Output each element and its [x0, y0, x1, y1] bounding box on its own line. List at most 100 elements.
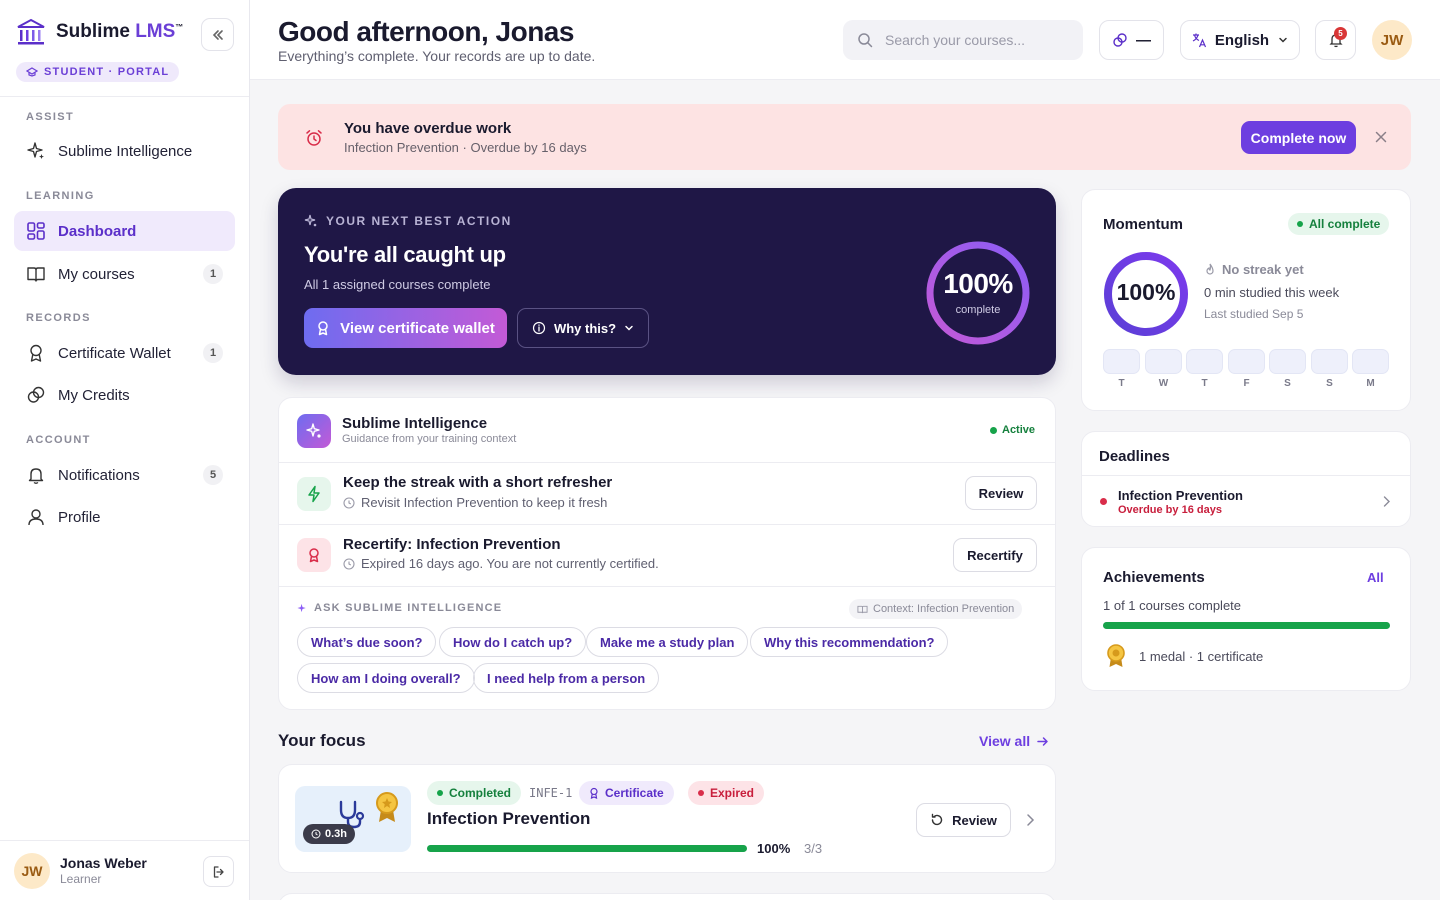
notifications-button[interactable]: 5	[1315, 20, 1356, 60]
suggestion-chip[interactable]: I need help from a person	[473, 663, 660, 693]
view-certificate-wallet-button[interactable]: View certificate wallet	[304, 308, 507, 348]
completed-tag: Completed	[427, 781, 522, 805]
avatar[interactable]: JW	[14, 853, 50, 889]
course-review-button[interactable]: Review	[916, 803, 1011, 837]
count-badge: 1	[203, 343, 223, 363]
deadlines-title: Deadlines	[1099, 448, 1170, 465]
chevron-right-icon[interactable]	[1025, 813, 1035, 827]
sidebar-item-my-credits[interactable]: My Credits	[14, 375, 235, 415]
duration-badge: 0.3h	[303, 824, 356, 844]
deadlines-card: Deadlines Infection Prevention Overdue b…	[1081, 431, 1411, 527]
day-label: M	[1366, 378, 1375, 389]
sidebar-item-label: Profile	[58, 508, 101, 526]
recertify-button[interactable]: Recertify	[953, 538, 1037, 572]
count-badge: 5	[203, 465, 223, 485]
review-button[interactable]: Review	[965, 476, 1037, 510]
sidebar-item-sublime-intelligence[interactable]: Sublime Intelligence	[14, 131, 235, 171]
close-icon[interactable]	[1375, 131, 1387, 143]
momentum-ring: 100%	[1103, 251, 1189, 337]
day-label: T	[1201, 378, 1208, 389]
translate-icon	[1191, 32, 1207, 48]
deadline-status: Overdue by 16 days	[1118, 504, 1222, 516]
section-learning: LEARNING	[26, 190, 95, 202]
search-input[interactable]: Search your courses...	[843, 20, 1083, 60]
next-best-action-card: YOUR NEXT BEST ACTION You're all caught …	[278, 188, 1056, 375]
day-activity-box	[1269, 349, 1306, 374]
alarm-clock-icon	[305, 129, 323, 147]
hero-primary-label: View certificate wallet	[340, 319, 495, 337]
sidebar-item-dashboard[interactable]: Dashboard	[14, 211, 235, 251]
last-studied: Last studied Sep 5	[1204, 307, 1304, 321]
status-dot	[437, 790, 443, 796]
sidebar-item-my-courses[interactable]: My courses 1	[14, 254, 235, 294]
si-title: Sublime Intelligence	[342, 415, 488, 432]
brand[interactable]: Sublime LMS™	[16, 18, 183, 46]
day-label: T	[1118, 378, 1125, 389]
credits-button[interactable]: —	[1099, 20, 1164, 60]
header-avatar[interactable]: JW	[1372, 20, 1412, 60]
award-icon	[316, 320, 330, 336]
suggestion-chip[interactable]: Make me a study plan	[586, 627, 749, 657]
momentum-status-label: All complete	[1309, 217, 1381, 231]
award-icon	[26, 343, 46, 363]
view-all-label: View all	[979, 733, 1031, 749]
recommendation-row: Keep the streak with a short refresher R…	[279, 462, 1055, 524]
duration-label: 0.3h	[325, 828, 348, 840]
day-activity-box	[1352, 349, 1389, 374]
count-badge: 1	[203, 264, 223, 284]
achievements-progress-track	[1103, 622, 1390, 629]
credits-value: —	[1136, 31, 1151, 49]
ask-label: ASK SUBLIME INTELLIGENCE	[297, 602, 502, 614]
collapse-sidebar-button[interactable]	[201, 18, 234, 51]
user-icon	[26, 507, 46, 527]
hero-eyebrow-label: YOUR NEXT BEST ACTION	[326, 214, 512, 228]
complete-now-button[interactable]: Complete now	[1241, 121, 1356, 154]
recommendation-row: Recertify: Infection Prevention Expired …	[279, 524, 1055, 586]
user-role: Learner	[60, 872, 102, 886]
arrow-right-icon	[1036, 735, 1049, 748]
overdue-alert: You have overdue work Infection Preventi…	[278, 104, 1411, 170]
hero-progress-value: 100%	[943, 268, 1013, 299]
chevrons-left-icon	[211, 28, 225, 42]
grid-icon	[26, 221, 46, 241]
focus-section-title: Your focus	[278, 731, 366, 750]
completed-label: Completed	[449, 786, 512, 800]
day-activity-box	[1311, 349, 1348, 374]
graduation-cap-icon	[26, 67, 38, 77]
coins-icon	[26, 385, 46, 405]
sidebar-item-notifications[interactable]: Notifications 5	[14, 455, 235, 495]
page-title: Good afternoon, Jonas	[278, 16, 574, 47]
logout-button[interactable]	[203, 856, 234, 887]
sparkles-icon	[297, 603, 308, 614]
lightning-icon	[297, 477, 331, 511]
status-label: Active	[1002, 424, 1036, 436]
status-dot	[698, 790, 704, 796]
top-header: Good afternoon, Jonas Everything’s compl…	[250, 0, 1440, 80]
suggestion-chip[interactable]: What’s due soon?	[297, 627, 437, 657]
course-card[interactable]: 0.3h Completed INFE-1 Certificate Expire…	[278, 764, 1056, 873]
achievements-progress-fill	[1103, 622, 1390, 629]
expired-label: Expired	[710, 786, 755, 800]
day-activity-box	[1186, 349, 1223, 374]
ask-label-text: ASK SUBLIME INTELLIGENCE	[314, 602, 503, 614]
achievements-all-link[interactable]: All	[1367, 570, 1384, 585]
recommendation-subtitle: Revisit Infection Prevention to keep it …	[343, 495, 607, 510]
suggestion-chip[interactable]: How am I doing overall?	[297, 663, 475, 693]
sidebar-item-profile[interactable]: Profile	[14, 497, 235, 537]
suggestion-chip[interactable]: Why this recommendation?	[750, 627, 949, 657]
day-activity-box	[1228, 349, 1265, 374]
deadline-item[interactable]: Infection Prevention Overdue by 16 days	[1082, 475, 1410, 527]
course-progress-track	[427, 845, 747, 852]
achievements-title: Achievements	[1103, 569, 1205, 586]
next-course-card	[278, 893, 1056, 900]
language-select[interactable]: English	[1180, 20, 1300, 60]
day-label: W	[1158, 378, 1169, 389]
view-all-link[interactable]: View all	[979, 733, 1049, 749]
why-this-button[interactable]: Why this?	[517, 308, 649, 348]
sidebar-item-certificate-wallet[interactable]: Certificate Wallet 1	[14, 333, 235, 373]
page-subtitle: Everything’s complete. Your records are …	[278, 48, 596, 64]
sidebar-item-label: Dashboard	[58, 222, 137, 240]
suggestion-chip[interactable]: How do I catch up?	[439, 627, 587, 657]
achievements-summary: 1 of 1 courses complete	[1103, 598, 1242, 613]
award-icon	[297, 538, 331, 572]
